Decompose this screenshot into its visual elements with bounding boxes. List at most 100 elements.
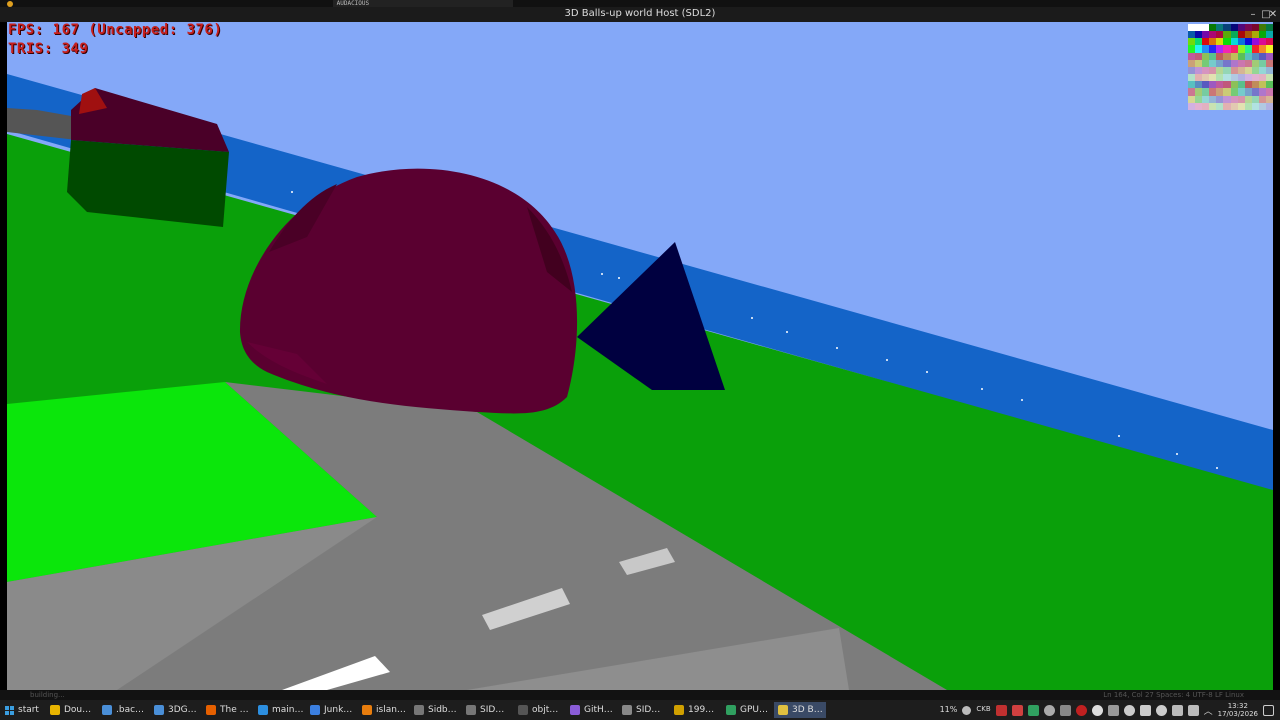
palette-swatch [1265, 59, 1273, 67]
palette-swatch [1188, 59, 1196, 67]
palette-swatch [1202, 31, 1210, 39]
link-icon[interactable] [1187, 704, 1199, 716]
record-icon[interactable] [1075, 704, 1087, 716]
palette-swatch [1237, 66, 1245, 75]
taskbar-task[interactable]: The … [202, 702, 254, 718]
display-icon[interactable] [1107, 704, 1119, 716]
scene-render [7, 22, 1273, 690]
palette-swatch [1237, 38, 1245, 46]
palette-swatch [1244, 52, 1252, 60]
github-icon [570, 705, 580, 715]
palette-swatch [1251, 74, 1259, 82]
bell-icon[interactable] [962, 705, 972, 715]
palette-swatch [1237, 102, 1245, 110]
palette-swatch [1195, 81, 1203, 89]
palette-swatch [1258, 95, 1266, 103]
taskbar-task[interactable]: SID… [462, 702, 514, 718]
palette-swatch [1258, 66, 1266, 75]
taskbar-task-label: .bac… [116, 705, 145, 715]
palette-swatch [1223, 59, 1231, 67]
game-viewport[interactable]: FPS: 167 (Uncapped: 376) TRIS: 349 [7, 22, 1273, 690]
taskbar-task-label: Sidb… [428, 705, 457, 715]
palette-swatch [1230, 52, 1238, 60]
fps-counter: FPS: 167 (Uncapped: 376) [8, 22, 223, 38]
taskbar-task[interactable]: objt… [514, 702, 566, 718]
palette-swatch [1195, 52, 1203, 60]
palette-swatch [1223, 88, 1231, 96]
terminal-icon [466, 705, 476, 715]
taskbar-task[interactable]: Dou… [46, 702, 98, 718]
palette-swatch [1209, 31, 1217, 39]
statusline-right: Ln 164, Col 27 Spaces: 4 UTF-8 LF Linux [1103, 691, 1244, 699]
explorer-icon [102, 705, 112, 715]
palette-swatch [1230, 59, 1238, 67]
taskbar-task[interactable]: Junk… [306, 702, 358, 718]
palette-swatch [1216, 74, 1224, 82]
brightness-icon[interactable] [1155, 704, 1167, 716]
task-list: Dou… .bac… 3DG… The … main… Junk… islan… Sidb… S… [46, 702, 826, 718]
taskbar-task[interactable]: islan… [358, 702, 410, 718]
taskbar-task-label: 199… [688, 705, 715, 715]
palette-swatch [1223, 102, 1231, 110]
palette-swatch [1230, 31, 1238, 39]
window-title: 3D Balls-up world Host (SDL2) [564, 8, 716, 19]
palette-swatch [1188, 81, 1196, 89]
palette-swatch [1188, 31, 1196, 39]
palette-swatch [1258, 24, 1266, 32]
background-statusline: building... Ln 164, Col 27 Spaces: 4 UTF… [0, 690, 1280, 700]
palette-swatch [1216, 66, 1224, 75]
taskbar-task[interactable]: Sidb… [410, 702, 462, 718]
clock[interactable]: 13:32 17/03/2026 [1218, 702, 1258, 718]
vscode-icon [258, 705, 268, 715]
taskbar-task-label: main… [272, 705, 304, 715]
start-button[interactable]: start [2, 702, 42, 718]
taskbar-task[interactable]: main… [254, 702, 306, 718]
palette-swatch [1195, 88, 1203, 96]
settings-tray-icon[interactable] [1043, 704, 1055, 716]
palette-swatch [1251, 81, 1259, 89]
console-icon [518, 705, 528, 715]
volume-icon[interactable] [1139, 704, 1151, 716]
palette-swatch [1216, 52, 1224, 60]
taskbar-task[interactable]: SID… [618, 702, 670, 718]
palette-swatch [1209, 95, 1217, 103]
tray-x-icon[interactable] [1011, 704, 1023, 716]
tray-app-icon[interactable] [995, 704, 1007, 716]
taskbar-task[interactable]: 3D B… [774, 702, 826, 718]
gpu-tray-icon[interactable] [1027, 704, 1039, 716]
media-icon[interactable] [1123, 704, 1135, 716]
palette-swatch [1188, 102, 1196, 110]
keyboard-layout[interactable]: CKB [976, 705, 990, 716]
network-icon[interactable] [1171, 704, 1183, 716]
palette-swatch [1237, 88, 1245, 96]
taskbar-task[interactable]: 199… [670, 702, 722, 718]
close-button[interactable]: ✕ [1266, 7, 1280, 22]
palette-swatch [1195, 59, 1203, 67]
palette-swatch [1244, 66, 1252, 75]
steam-icon[interactable] [1091, 704, 1103, 716]
taskbar-task[interactable]: 3DG… [150, 702, 202, 718]
palette-swatch [1244, 88, 1252, 96]
palette-swatch [1188, 38, 1196, 46]
palette-swatch [1251, 24, 1259, 32]
taskbar-task-label: 3D B… [792, 705, 823, 715]
palette-swatch [1265, 95, 1273, 103]
chevron-up-icon[interactable]: ︿ [1204, 704, 1213, 717]
palette-swatch [1265, 74, 1273, 82]
top-strip: AUDACIOUS [0, 0, 1280, 7]
palette-swatch [1202, 59, 1210, 67]
palette-swatch [1188, 52, 1196, 60]
show-desktop-icon[interactable] [1263, 704, 1274, 716]
palette-swatch [1216, 38, 1224, 46]
palette-swatch [1244, 59, 1252, 67]
taskbar-task-label: objt… [532, 705, 559, 715]
taskbar-task[interactable]: GPU… [722, 702, 774, 718]
audacious-mini-player[interactable]: AUDACIOUS [333, 0, 513, 7]
palette-swatch [1244, 24, 1252, 32]
taskbar-task[interactable]: GitH… [566, 702, 618, 718]
palette-swatch [1223, 74, 1231, 82]
taskbar-task[interactable]: .bac… [98, 702, 150, 718]
palette-swatch [1209, 45, 1217, 53]
sync-icon[interactable] [1059, 704, 1071, 716]
palette-swatch [1251, 66, 1259, 75]
